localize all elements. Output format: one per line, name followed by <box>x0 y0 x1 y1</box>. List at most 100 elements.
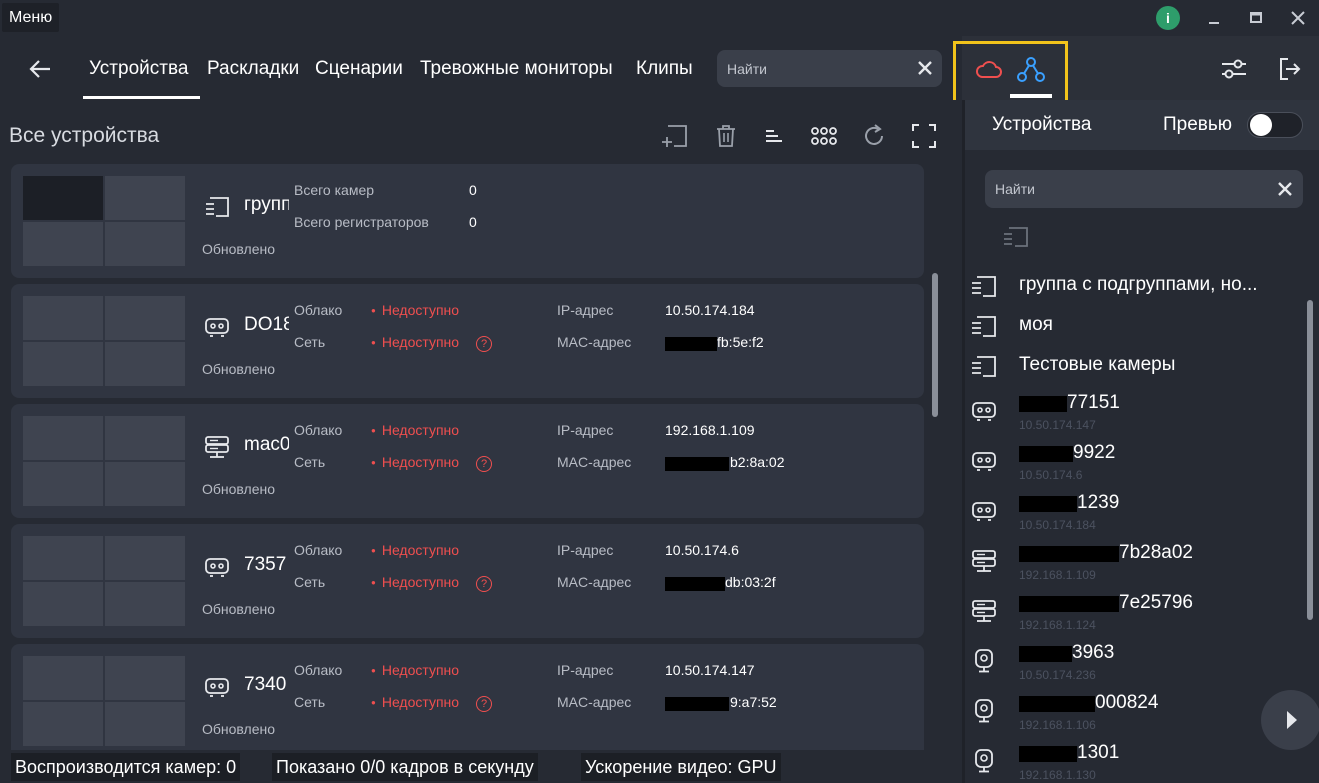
network-label: Сеть <box>294 334 326 350</box>
tree-device-ip: 10.50.174.184 <box>1019 518 1096 532</box>
tab-devices-tree[interactable]: Устройства <box>992 114 1091 136</box>
device-card[interactable]: 7357 Обновлено Облако Недоступно Сеть Не… <box>11 524 924 638</box>
cloud-icon[interactable] <box>975 58 1003 87</box>
help-icon[interactable]: ? <box>476 456 492 472</box>
cloud-status: Недоступно <box>371 422 459 438</box>
add-group-icon[interactable] <box>660 122 688 150</box>
tree-scrollbar-thumb[interactable] <box>1307 300 1313 620</box>
tree-device-item[interactable]: 3963 <box>1072 642 1114 664</box>
updated-label: Обновлено <box>202 721 276 737</box>
network-status: Недоступно <box>371 574 459 590</box>
help-icon[interactable]: ? <box>476 336 492 352</box>
right-panel-header: Устройства Превью <box>965 100 1319 150</box>
device-name: DO18 <box>244 314 289 335</box>
tab-devices[interactable]: Устройства <box>89 58 188 80</box>
network-label: Сеть <box>294 694 326 710</box>
total-cameras-value: 0 <box>469 182 477 198</box>
webcam-icon <box>971 748 997 774</box>
tree-group-item[interactable]: моя <box>1019 314 1053 336</box>
network-topology-icon[interactable] <box>1016 55 1046 90</box>
tree-device-item[interactable]: 000824 <box>1095 692 1158 714</box>
mac-value: fb:5e:f2 <box>717 334 764 350</box>
title-bar: Меню i <box>0 0 1319 36</box>
help-icon[interactable]: ? <box>476 696 492 712</box>
mac-value: b2:8a:02 <box>730 454 785 470</box>
device-card[interactable]: группа с подгруппами, новая Обновлено Вс… <box>11 164 924 278</box>
tree-device-ip: 10.50.174.6 <box>1019 468 1083 482</box>
tree-group-item[interactable]: группа с подгруппами, но... <box>1019 274 1258 296</box>
recorder-icon <box>971 548 997 574</box>
search-input[interactable] <box>727 50 907 87</box>
tab-alarm-monitors[interactable]: Тревожные мониторы <box>420 58 613 80</box>
menu-button[interactable]: Меню <box>2 3 60 32</box>
delete-icon[interactable] <box>712 122 740 150</box>
tree-device-ip: 192.168.1.109 <box>1019 568 1096 582</box>
redacted-block <box>665 455 729 473</box>
info-icon[interactable]: i <box>1156 6 1180 30</box>
mac-label: MAC-адрес <box>557 694 632 710</box>
grid-view-icon[interactable] <box>810 122 838 150</box>
clear-search-icon[interactable] <box>915 58 935 83</box>
tab-clips[interactable]: Клипы <box>636 58 693 80</box>
active-tab-indicator <box>83 96 200 99</box>
minimize-icon[interactable] <box>1202 6 1226 30</box>
tree-device-item[interactable]: 1301 <box>1077 742 1119 764</box>
preview-grid <box>23 416 185 506</box>
ip-value: 10.50.174.147 <box>665 662 755 678</box>
tree-device-item[interactable]: 7b28a02 <box>1119 542 1193 564</box>
active-view-indicator <box>1010 94 1052 98</box>
search-box <box>717 50 942 87</box>
ip-label: IP-адрес <box>557 302 614 318</box>
tree-device-item[interactable]: 1239 <box>1077 492 1119 514</box>
tree-device-item[interactable]: 77151 <box>1067 392 1120 414</box>
cloud-status: Недоступно <box>371 302 459 318</box>
ip-value: 192.168.1.109 <box>665 422 755 438</box>
device-name: 7357 <box>244 554 287 575</box>
expand-panel-button[interactable] <box>1261 690 1319 750</box>
tree-search-box <box>985 170 1303 208</box>
nav-bar: Устройства Раскладки Сценарии Тревожные … <box>0 36 962 100</box>
sort-icon[interactable] <box>762 122 790 150</box>
cloud-label: Облако <box>294 302 343 318</box>
network-label: Сеть <box>294 574 326 590</box>
device-name: mac0 <box>244 434 289 455</box>
tree-group-item[interactable]: Тестовые камеры <box>1019 354 1175 376</box>
device-card[interactable]: mac0 Обновлено Облако Недоступно Сеть Не… <box>11 404 924 518</box>
network-status: Недоступно <box>371 694 459 710</box>
scrollbar-thumb[interactable] <box>932 273 938 417</box>
group-icon <box>971 354 997 380</box>
tree-device-item[interactable]: 9922 <box>1073 442 1115 464</box>
maximize-icon[interactable] <box>1244 6 1268 30</box>
refresh-icon[interactable] <box>860 122 888 150</box>
clear-tree-search-icon[interactable] <box>1275 179 1295 204</box>
logout-icon[interactable] <box>1276 56 1302 87</box>
redacted-block <box>1019 495 1077 513</box>
tree-device-item[interactable]: 7e25796 <box>1119 592 1193 614</box>
fullscreen-icon[interactable] <box>910 122 938 150</box>
device-card[interactable]: DO18 Обновлено Облако Недоступно Сеть Не… <box>11 284 924 398</box>
mac-label: MAC-адрес <box>557 334 632 350</box>
help-icon[interactable]: ? <box>476 576 492 592</box>
ip-value: 10.50.174.6 <box>665 542 739 558</box>
network-status: Недоступно <box>371 454 459 470</box>
toggle-knob <box>1250 114 1272 136</box>
updated-label: Обновлено <box>202 481 276 497</box>
fps-status: Показано 0/0 кадров в секунду <box>272 753 538 781</box>
redacted-block <box>665 695 729 713</box>
sliders-icon[interactable] <box>1220 56 1248 87</box>
close-icon[interactable] <box>1286 6 1310 30</box>
tab-scenarios[interactable]: Сценарии <box>315 58 403 80</box>
tree-search-input[interactable] <box>995 170 1265 208</box>
camera-icon <box>204 314 230 340</box>
total-cameras-label: Всего камер <box>294 182 375 198</box>
preview-toggle[interactable] <box>1247 112 1303 138</box>
devices-panel: Все устройства группа с подгруппами, нов… <box>0 100 962 750</box>
preview-grid <box>23 296 185 386</box>
tab-layouts[interactable]: Раскладки <box>207 58 299 80</box>
webcam-icon <box>971 648 997 674</box>
tree-device-ip: 192.168.1.124 <box>1019 618 1096 632</box>
cloud-status: Недоступно <box>371 542 459 558</box>
mac-value: 9:a7:52 <box>730 694 777 710</box>
device-card[interactable]: 7340 Обновлено Облако Недоступно Сеть Не… <box>11 644 924 750</box>
back-arrow-icon[interactable] <box>28 56 54 82</box>
